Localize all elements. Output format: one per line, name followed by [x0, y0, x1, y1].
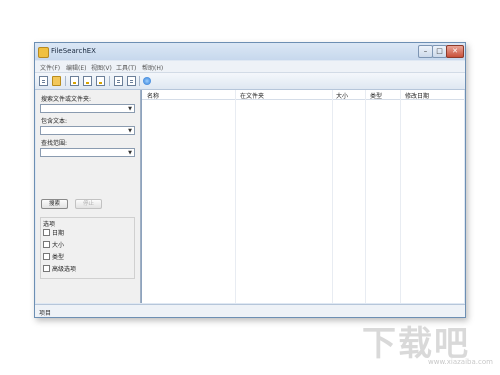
watermark: 下载吧 www.xiazaiba.com	[362, 316, 496, 372]
checkbox[interactable]	[43, 229, 50, 236]
status-text: 项目	[39, 310, 52, 317]
properties-icon[interactable]	[127, 76, 136, 86]
column-divider	[365, 90, 366, 303]
menu-bar: 文件(F) 编辑(E) 视图(V) 工具(T) 帮助(H)	[35, 61, 465, 73]
column-type[interactable]: 类型	[370, 91, 382, 100]
toolbar	[35, 73, 465, 90]
chevron-down-icon[interactable]: ▼	[128, 107, 132, 112]
menu-view[interactable]: 视图(V)	[91, 63, 112, 72]
menu-help[interactable]: 帮助(H)	[142, 63, 163, 72]
column-divider	[332, 90, 333, 303]
toolbar-separator	[139, 76, 140, 86]
checkbox[interactable]	[43, 265, 50, 272]
option-type[interactable]: 类型	[43, 252, 64, 261]
column-modified-date[interactable]: 修改日期	[405, 91, 429, 100]
checkbox[interactable]	[43, 253, 50, 260]
column-divider	[235, 90, 236, 303]
search-name-label: 搜索文件或文件夹:	[41, 96, 92, 103]
maximize-button[interactable]: □	[432, 45, 447, 58]
results-header: 名称 在文件夹 大小 类型 修改日期	[142, 90, 464, 100]
minimize-button[interactable]: –	[418, 45, 433, 58]
search-panel: 搜索文件或文件夹: ▼ 包含文本: ▼ 查找范围: ▼ 搜索 停止 选项 日期 …	[36, 90, 141, 303]
menu-edit[interactable]: 编辑(E)	[66, 63, 86, 72]
column-divider	[400, 90, 401, 303]
save-icon[interactable]	[96, 76, 105, 86]
window-title: FileSearchEX	[51, 47, 96, 55]
panel-icon[interactable]	[114, 76, 123, 86]
stop-button[interactable]: 停止	[75, 199, 102, 209]
options-group: 选项 日期 大小 类型 高级选项	[40, 217, 135, 279]
menu-file[interactable]: 文件(F)	[40, 63, 60, 72]
import-icon[interactable]	[83, 76, 92, 86]
chevron-down-icon[interactable]: ▼	[128, 129, 132, 134]
scope-label: 查找范围:	[41, 140, 68, 147]
scope-combo[interactable]: ▼	[40, 148, 135, 157]
search-button[interactable]: 搜索	[41, 199, 68, 209]
toolbar-separator	[65, 76, 66, 86]
checkbox[interactable]	[43, 241, 50, 248]
watermark-url: www.xiazaiba.com	[428, 358, 493, 366]
export-icon[interactable]	[70, 76, 79, 86]
title-bar[interactable]: FileSearchEX – □ ✕	[35, 43, 465, 60]
new-document-icon[interactable]	[39, 76, 48, 86]
web-icon[interactable]	[143, 77, 151, 85]
column-folder[interactable]: 在文件夹	[240, 91, 264, 100]
column-size[interactable]: 大小	[336, 91, 348, 100]
option-size[interactable]: 大小	[43, 240, 64, 249]
column-name[interactable]: 名称	[147, 91, 159, 100]
content-text-label: 包含文本:	[41, 118, 68, 125]
app-window: FileSearchEX – □ ✕ 文件(F) 编辑(E) 视图(V) 工具(…	[34, 42, 466, 318]
close-button[interactable]: ✕	[446, 45, 464, 58]
option-advanced[interactable]: 高级选项	[43, 264, 76, 273]
chevron-down-icon[interactable]: ▼	[128, 151, 132, 156]
toolbar-separator	[109, 76, 110, 86]
results-list[interactable]: 名称 在文件夹 大小 类型 修改日期	[141, 90, 464, 303]
search-name-combo[interactable]: ▼	[40, 104, 135, 113]
app-icon	[38, 47, 49, 58]
open-folder-icon[interactable]	[52, 76, 61, 86]
option-date[interactable]: 日期	[43, 228, 64, 237]
content-text-combo[interactable]: ▼	[40, 126, 135, 135]
menu-tools[interactable]: 工具(T)	[116, 63, 136, 72]
options-title: 选项	[43, 221, 56, 228]
